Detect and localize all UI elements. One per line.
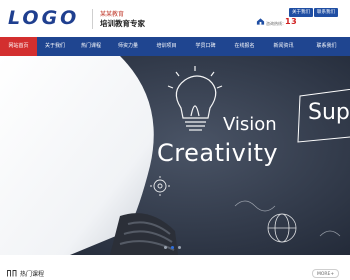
- site-header: LOGO 某某教育 培训教育专家 关于我们 联系我们 咨询热线： 13: [0, 0, 350, 37]
- more-button[interactable]: MORE+: [312, 269, 340, 278]
- hotline-label: 咨询热线：: [266, 21, 286, 26]
- nav-item-5[interactable]: 学员口碑: [186, 37, 225, 56]
- banner-word-creativity: Creativity: [157, 139, 279, 167]
- site-logo[interactable]: LOGO: [8, 7, 79, 29]
- slider-dot[interactable]: [178, 246, 181, 249]
- nav-item-8[interactable]: 联系我们: [303, 37, 350, 56]
- logo-divider: [92, 9, 93, 29]
- hero-banner[interactable]: Vision Creativity Sup: [0, 56, 350, 255]
- nav-item-7[interactable]: 新闻资讯: [264, 37, 303, 56]
- nav-item-6[interactable]: 在线报名: [225, 37, 264, 56]
- hot-courses-section: 热门课程 MORE+: [0, 255, 350, 280]
- top-contact-button[interactable]: 联系我们: [314, 8, 338, 17]
- slider-dot[interactable]: [164, 246, 167, 249]
- slider-dots: [164, 246, 181, 249]
- nav-item-0[interactable]: 网站首页: [0, 37, 37, 56]
- banner-word-vision: Vision: [223, 114, 277, 135]
- main-nav: 网站首页 关于我们 热门课程 师资力量 培训项目 学员口碑 在线报名 新闻资讯 联系我们: [0, 37, 350, 56]
- section-title: 热门课程: [20, 271, 45, 278]
- nav-item-4[interactable]: 培训项目: [147, 37, 186, 56]
- section-heading-icon: [7, 270, 17, 277]
- top-about-button[interactable]: 关于我们: [289, 8, 313, 17]
- nav-item-3[interactable]: 师资力量: [109, 37, 147, 56]
- nav-item-1[interactable]: 关于我们: [37, 37, 73, 56]
- phone-icon: [256, 18, 265, 25]
- slider-dot[interactable]: [171, 246, 174, 249]
- banner-word-sup: Sup: [308, 100, 350, 125]
- nav-item-2[interactable]: 热门课程: [73, 37, 109, 56]
- hotline-number: 13: [285, 17, 298, 26]
- tagline-main: 培训教育专家: [100, 19, 145, 28]
- tagline-top: 某某教育: [100, 11, 125, 18]
